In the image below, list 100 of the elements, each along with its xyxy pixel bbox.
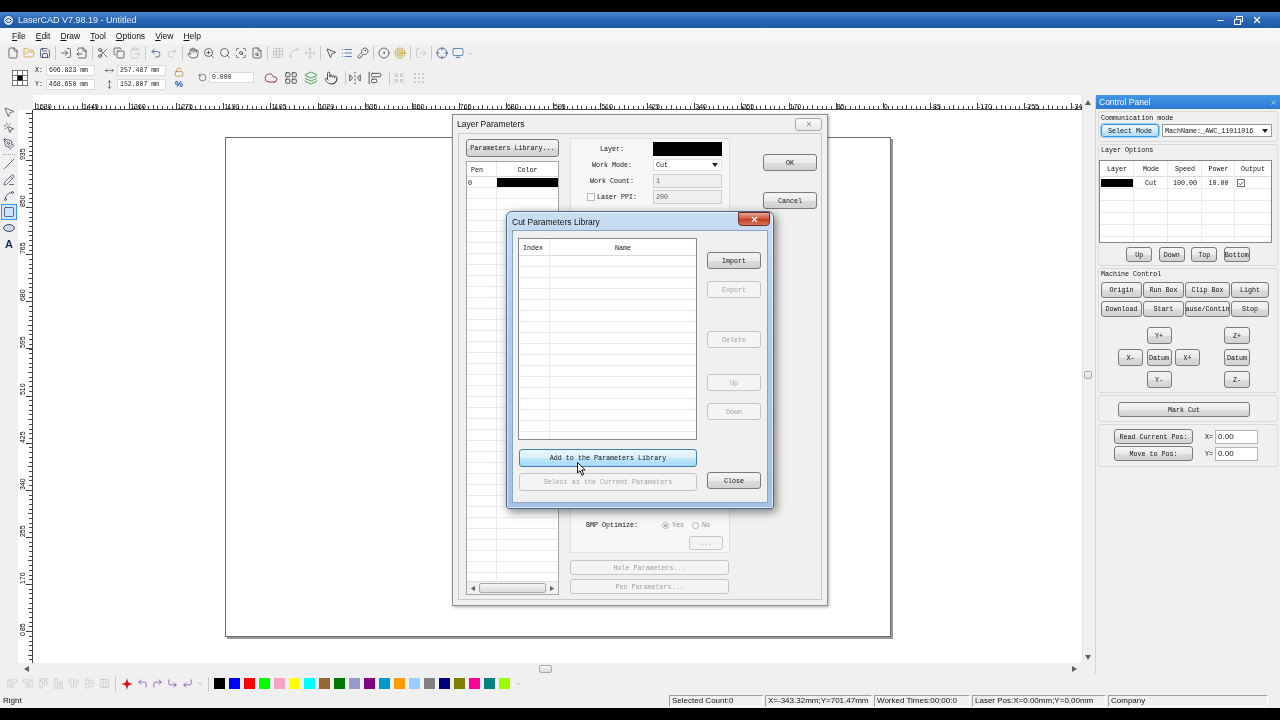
align-bars-icon[interactable] [368,70,382,85]
rectangle-icon [3,206,15,218]
tool-button[interactable] [1,104,17,120]
magnifier-icon[interactable] [219,47,231,59]
restore-icon[interactable] [1234,15,1243,25]
tool-button[interactable] [1,120,17,136]
color-swatch-icon[interactable] [408,678,420,689]
close-button[interactable] [738,212,770,226]
position-field[interactable]: 0.00 [1215,429,1259,444]
tool-button[interactable] [1,188,17,204]
color-swatch-icon[interactable] [483,678,495,689]
pointing-hand-icon[interactable] [324,70,338,85]
monitor-icon[interactable] [452,47,464,59]
key-icon[interactable] [357,47,369,59]
corner-arrow-icon[interactable] [182,678,194,689]
caret-icon [712,163,718,167]
undo-arrow-icon[interactable] [150,47,162,59]
layers-icon[interactable] [304,70,318,85]
color-swatch-icon[interactable] [498,678,510,689]
app-logo-icon [3,14,14,26]
ring-icon[interactable] [378,47,390,59]
close-icon [749,214,759,224]
color-swatch-icon[interactable] [378,678,390,689]
window-title: LaserCAD V7.98.19 - Untitled [18,14,137,26]
tool-button[interactable] [1,136,17,152]
status-pane: X=-343.32mm;Y=701.47mm [765,694,872,707]
checkbox[interactable] [1237,179,1245,187]
tool-button[interactable] [1,204,17,220]
document-arrow-icon[interactable] [76,47,88,59]
mouse-pointer-icon [577,462,586,476]
color-swatch-icon[interactable] [453,678,465,689]
scroll-arrow-icon[interactable] [550,585,555,591]
four-squares-icon[interactable] [284,70,298,85]
menu-item[interactable]: Options [110,30,151,42]
arrow-into-box-icon[interactable] [60,47,72,59]
menu-item[interactable]: Draw [55,30,86,42]
scrollbar-thumb[interactable] [1083,371,1092,379]
scroll-arrow-icon[interactable] [23,665,29,672]
color-swatch-icon[interactable] [363,678,375,689]
menu-item[interactable]: File [7,30,31,42]
target-icon[interactable] [394,47,406,59]
menu-item[interactable]: Help [178,30,206,42]
dialog-title: Layer Parameters [457,119,525,129]
color-swatch-icon[interactable] [258,678,270,689]
zoom-in-icon[interactable] [203,47,215,59]
color-swatch-icon[interactable] [653,142,722,156]
scrollbar-thumb[interactable] [539,664,552,673]
scroll-arrow-icon[interactable] [1084,99,1091,105]
pointer-click-icon [3,122,15,134]
pen-nib-icon [3,138,15,150]
padlock-icon[interactable] [174,66,184,77]
position-field[interactable]: 0.00 [1215,446,1259,461]
text-tool[interactable]: A [1,236,17,252]
percent-toggle[interactable]: % [175,78,183,89]
page-magnifier-icon[interactable] [251,47,263,59]
horizontal-scrollbar[interactable] [467,581,558,594]
cloud-icon[interactable] [264,70,278,85]
tool-button[interactable] [1,172,17,188]
color-swatch-icon[interactable] [228,678,240,689]
color-swatch-icon[interactable] [318,678,330,689]
scissors-icon[interactable] [97,47,109,59]
color-swatch-icon[interactable] [438,678,450,689]
color-swatch-icon[interactable] [333,678,345,689]
cross-star-icon[interactable] [120,677,133,690]
color-swatch-icon[interactable] [393,678,405,689]
color-swatch-icon[interactable] [243,678,255,689]
grid-square-icon[interactable] [12,69,28,86]
list-icon[interactable] [341,47,353,59]
corner-arrow-icon[interactable] [151,678,163,689]
color-swatch-icon[interactable] [468,678,480,689]
magnifier-frame-icon[interactable] [235,47,247,59]
caret-icon [1262,128,1268,133]
color-swatch-icon[interactable] [213,678,225,689]
hand-icon[interactable] [187,47,199,59]
menu-item[interactable]: Edit [30,30,56,42]
scroll-arrow-icon[interactable] [470,585,475,591]
crosshair-icon[interactable] [436,47,448,59]
mirror-triangle-icon[interactable] [348,70,362,85]
corner-arrow-icon[interactable] [167,678,179,689]
curve-icon [3,190,15,202]
color-swatch-icon[interactable] [288,678,300,689]
pointer-icon[interactable] [325,47,337,59]
scrollbar-thumb[interactable] [479,583,546,593]
menu-item[interactable]: Tool [85,30,111,42]
arrow-pointer-icon [3,106,15,118]
color-swatch-icon[interactable] [348,678,360,689]
line-icon [3,158,15,170]
horizontal-arrows-icon [105,66,114,75]
dialog-title: Cut Parameters Library [512,217,600,227]
pencil-icon [3,174,15,186]
tick-icon [1238,179,1244,187]
menu-item[interactable]: View [150,30,179,42]
document-icon[interactable] [7,47,19,59]
tool-button[interactable] [1,156,17,172]
pages-icon[interactable] [113,47,125,59]
status-text: Right [3,695,22,706]
color-swatch-icon[interactable] [423,678,435,689]
color-swatch-icon[interactable] [303,678,315,689]
color-swatch-icon[interactable] [273,678,285,689]
corner-arrow-icon[interactable] [136,678,148,689]
